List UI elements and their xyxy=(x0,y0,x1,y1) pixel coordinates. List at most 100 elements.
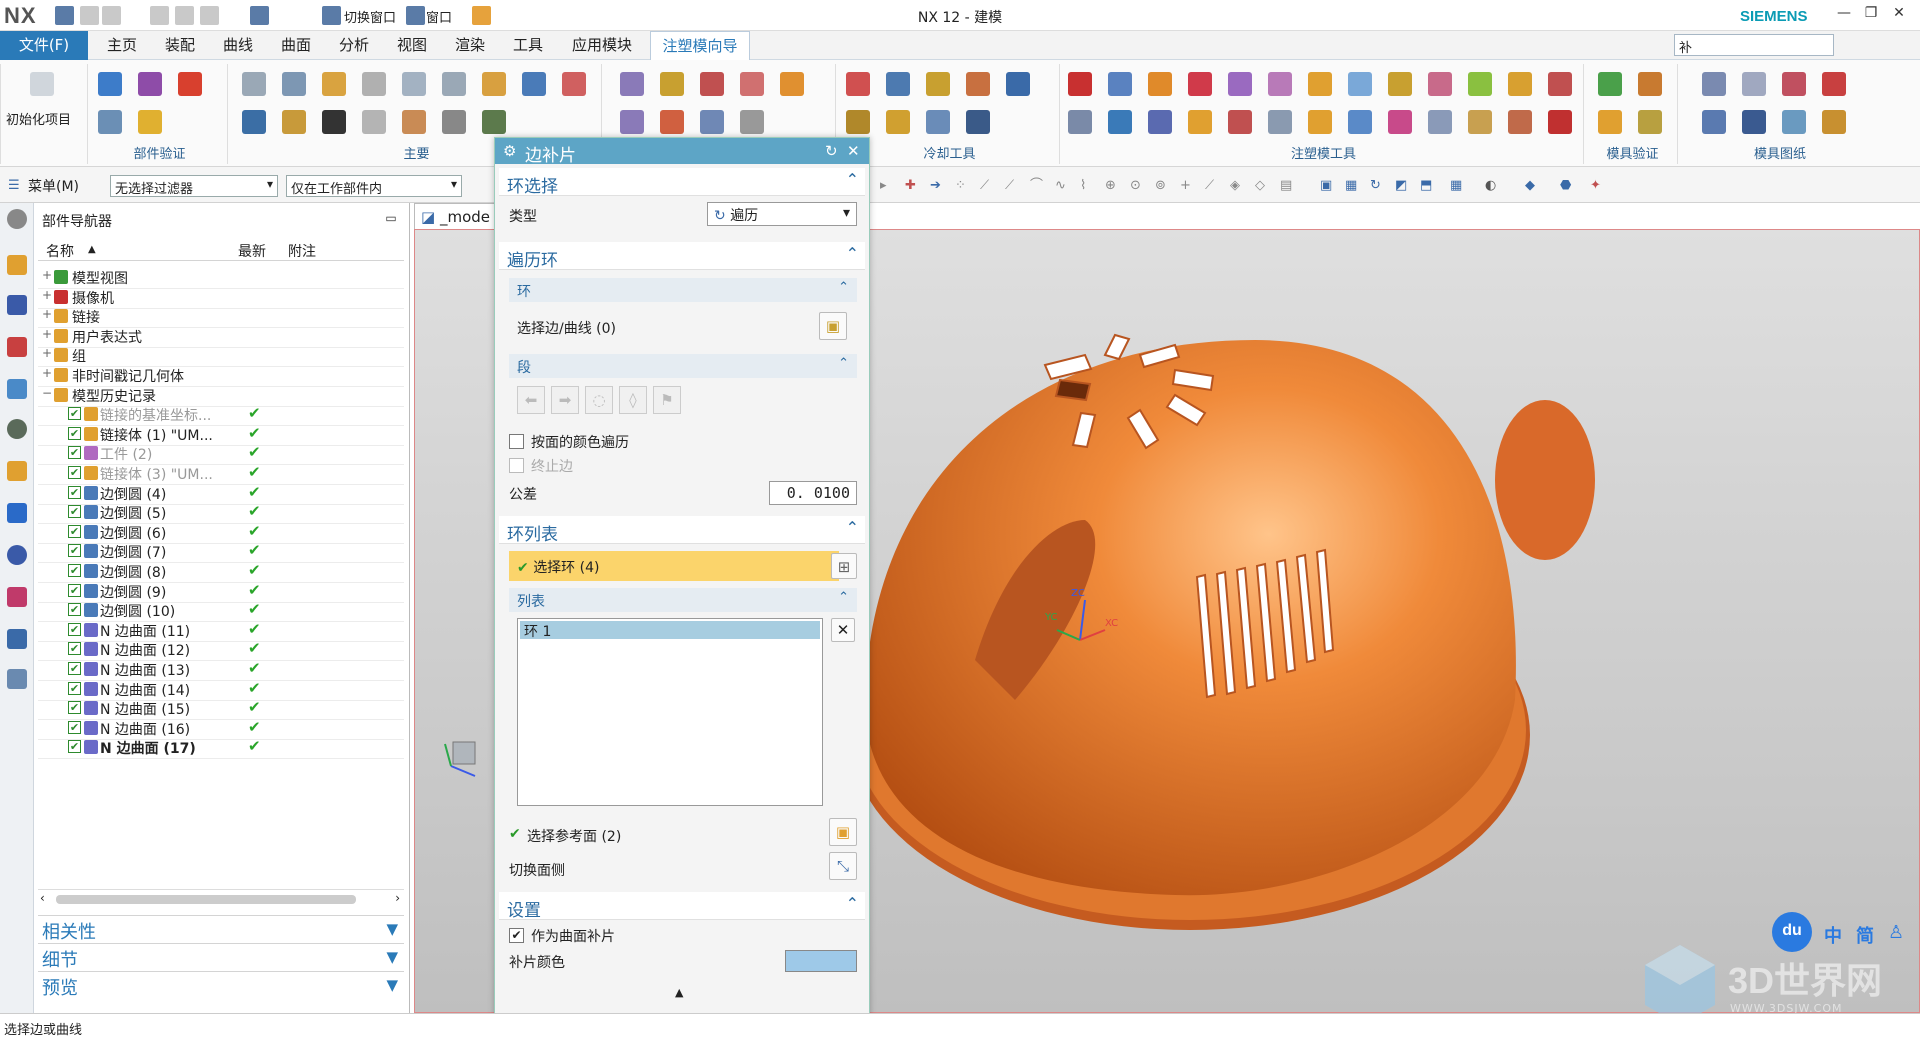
feature-checkbox[interactable]: ✔ xyxy=(68,544,81,558)
injection-tool-icon[interactable] xyxy=(1068,72,1092,96)
injection-tool-icon[interactable] xyxy=(1148,72,1172,96)
system-materials-icon[interactable] xyxy=(7,587,27,607)
feature-checkbox[interactable]: ✔ xyxy=(68,446,81,460)
collapse-icon[interactable]: ⌃ xyxy=(846,244,859,263)
expand-icon[interactable]: + xyxy=(42,268,52,282)
select-face-button[interactable]: ▣ xyxy=(829,818,857,846)
type-select[interactable]: ↻ 遍历 xyxy=(707,202,857,226)
snap-tool-icon[interactable]: ➔ xyxy=(930,178,945,193)
feature-checkbox[interactable]: ✔ xyxy=(68,466,81,479)
init-project-icon[interactable] xyxy=(30,72,54,96)
snap-tool-icon[interactable]: ⁘ xyxy=(955,178,970,193)
expand-icon[interactable]: + xyxy=(42,288,52,302)
injection-tool-icon[interactable] xyxy=(1508,72,1532,96)
collapse-icon[interactable]: ⌃ xyxy=(846,170,859,189)
close-icon[interactable]: ✕ xyxy=(1890,5,1908,23)
loop-subsection[interactable]: 环 ⌃ xyxy=(509,278,857,302)
view-tool-icon[interactable]: ◐ xyxy=(1485,178,1500,193)
snap-tool-icon[interactable]: ⊕ xyxy=(1105,178,1120,193)
main-tool-icon[interactable] xyxy=(322,110,346,134)
snap-tool-icon[interactable]: ◇ xyxy=(1255,178,1270,193)
segment-subsection[interactable]: 段 ⌃ xyxy=(509,354,857,378)
cooling-tool-icon[interactable] xyxy=(926,72,950,96)
loop-selection-section[interactable]: 环选择 ⌃ xyxy=(499,168,865,197)
cooling-tool-icon[interactable] xyxy=(926,110,950,134)
traverse-by-color-checkbox[interactable] xyxy=(509,434,524,449)
view-tool-icon[interactable]: ⬣ xyxy=(1560,178,1575,193)
injection-tool-icon[interactable] xyxy=(1068,110,1092,134)
feature-checkbox[interactable]: ✔ xyxy=(68,701,81,715)
tab-curve[interactable]: 曲线 xyxy=(212,31,264,60)
details-panel[interactable]: 细节 ▼ xyxy=(38,943,404,971)
snap-tool-icon[interactable]: ⌇ xyxy=(1080,178,1095,193)
injection-tool-icon[interactable] xyxy=(1468,72,1492,96)
assembly-navigator-icon[interactable] xyxy=(7,255,27,275)
file-menu[interactable]: 文件(F) xyxy=(0,31,88,60)
snap-tool-icon[interactable]: ▤ xyxy=(1280,178,1295,193)
main-tool-icon[interactable] xyxy=(482,72,506,96)
part-check-tool-icon[interactable] xyxy=(98,72,122,96)
cooling-tool-icon[interactable] xyxy=(1006,72,1030,96)
reuse-library-icon[interactable] xyxy=(7,379,27,399)
restore-icon[interactable]: ❐ xyxy=(1862,5,1880,23)
snap-tool-icon[interactable]: ✚ xyxy=(905,178,920,193)
collapse-icon[interactable]: ⌃ xyxy=(846,894,859,913)
init-project-button[interactable]: 初始化项目 xyxy=(6,109,71,128)
select-edge-label[interactable]: 选择边/曲线 (0) xyxy=(517,318,616,338)
injection-tool-icon[interactable] xyxy=(1308,110,1332,134)
preview-panel[interactable]: 预览 ▼ xyxy=(38,971,404,999)
mold-tool-icon[interactable] xyxy=(700,72,724,96)
feature-checkbox[interactable]: ✔ xyxy=(68,681,81,695)
injection-tool-icon[interactable] xyxy=(1228,110,1252,134)
mold-validation-icon[interactable] xyxy=(1598,110,1622,134)
column-comment[interactable]: 附注 xyxy=(288,241,316,261)
type-filter-select[interactable]: 无选择过滤器 xyxy=(110,175,278,197)
feature-checkbox[interactable]: ✔ xyxy=(68,564,81,577)
view-tool-icon[interactable]: ▣ xyxy=(1320,178,1335,193)
tolerance-input[interactable]: 0. 0100 xyxy=(769,481,857,505)
process-studio-icon[interactable] xyxy=(7,629,27,649)
injection-tool-icon[interactable] xyxy=(1268,72,1292,96)
mold-tool-icon[interactable] xyxy=(780,72,804,96)
injection-tool-icon[interactable] xyxy=(1228,72,1252,96)
accept-segment-icon[interactable]: ◊ xyxy=(619,386,647,414)
part-check-tool-icon[interactable] xyxy=(138,72,162,96)
part-check-tool-icon[interactable] xyxy=(178,72,202,96)
menu-icon[interactable]: ☰ xyxy=(8,178,23,193)
tab-render[interactable]: 渲染 xyxy=(444,31,496,60)
main-tool-icon[interactable] xyxy=(242,110,266,134)
injection-tool-icon[interactable] xyxy=(1108,72,1132,96)
tab-surface[interactable]: 曲面 xyxy=(270,31,322,60)
expand-more-icon[interactable]: ▲ xyxy=(675,986,683,999)
switch-side-button[interactable]: ⤡ xyxy=(829,852,857,880)
snap-tool-icon[interactable]: ▸ xyxy=(880,178,895,193)
main-tool-icon[interactable] xyxy=(282,72,306,96)
snap-tool-icon[interactable]: ⟋ xyxy=(980,178,995,193)
feature-checkbox[interactable]: ✔ xyxy=(68,524,81,538)
view-tool-icon[interactable]: ◆ xyxy=(1525,178,1540,193)
history-icon[interactable] xyxy=(7,545,27,565)
collapse-icon[interactable]: ⌃ xyxy=(838,356,849,371)
part-navigator-icon[interactable] xyxy=(7,337,27,357)
cooling-tool-icon[interactable] xyxy=(846,72,870,96)
injection-tool-icon[interactable] xyxy=(1308,72,1332,96)
cooling-tool-icon[interactable] xyxy=(966,72,990,96)
main-tool-icon[interactable] xyxy=(282,110,306,134)
injection-tool-icon[interactable] xyxy=(1428,72,1452,96)
dependencies-panel[interactable]: 相关性 ▼ xyxy=(38,915,404,943)
expand-icon[interactable]: + xyxy=(42,346,52,360)
injection-tool-icon[interactable] xyxy=(1388,72,1412,96)
minimize-icon[interactable]: — xyxy=(1835,5,1853,23)
gear-icon[interactable]: ⚙ xyxy=(503,142,516,160)
command-search-input[interactable]: 补 xyxy=(1674,34,1834,56)
loop-list-section[interactable]: 环列表 ⌃ xyxy=(499,516,865,545)
tab-home[interactable]: 主页 xyxy=(96,31,148,60)
scrollbar-thumb[interactable] xyxy=(56,895,356,904)
horizontal-scrollbar[interactable]: ‹ › xyxy=(38,889,404,909)
snap-tool-icon[interactable]: ⌒ xyxy=(1030,178,1045,193)
injection-tool-icon[interactable] xyxy=(1188,72,1212,96)
select-reference-face-label[interactable]: 选择参考面 (2) xyxy=(527,826,621,846)
snap-tool-icon[interactable]: ◈ xyxy=(1230,178,1245,193)
roles-icon[interactable] xyxy=(7,669,27,689)
snap-tool-icon[interactable]: ∿ xyxy=(1055,178,1070,193)
